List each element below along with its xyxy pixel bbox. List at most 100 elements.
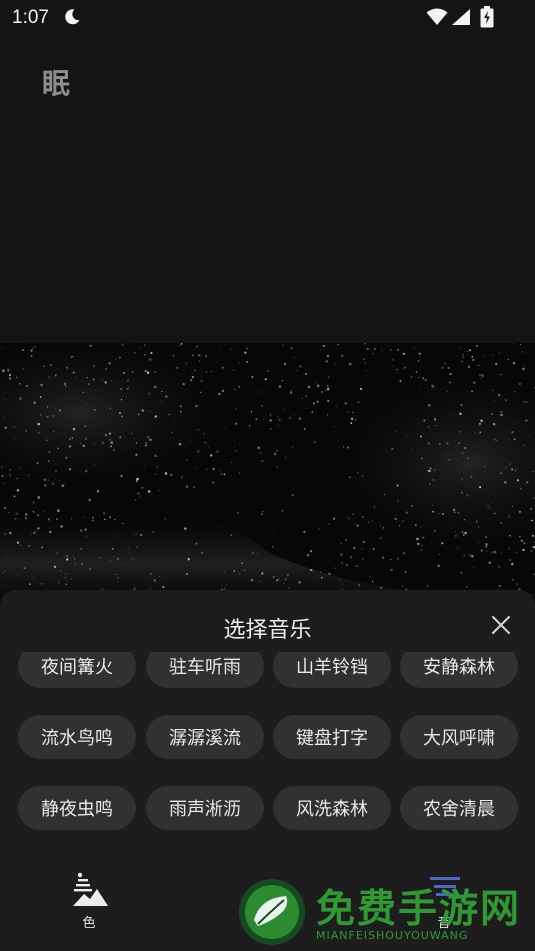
particle-dot [134, 559, 135, 561]
particle-dot [156, 466, 158, 468]
particle-dot [317, 384, 320, 387]
particle-dot [54, 374, 57, 377]
particle-dot [281, 573, 283, 575]
particle-dot [200, 391, 202, 393]
particle-dot [246, 361, 248, 363]
particle-dot [145, 442, 148, 445]
particle-dot [373, 506, 376, 508]
particle-dot [396, 368, 398, 371]
music-option[interactable]: 键盘打字 [273, 715, 391, 759]
particle-dot [30, 355, 33, 357]
particle-dot [40, 396, 42, 398]
particle-dot [233, 570, 236, 572]
particle-dot [461, 478, 463, 480]
particle-dot [344, 402, 347, 405]
particle-dot [355, 565, 358, 567]
particle-dot [205, 355, 208, 358]
particle-dot [365, 370, 367, 372]
particle-dot [83, 516, 84, 518]
particle-dot [140, 533, 143, 536]
particle-dot [323, 345, 325, 347]
particle-dot [505, 399, 507, 401]
particle-dot [281, 510, 283, 512]
particle-dot [447, 366, 450, 369]
particle-dot [122, 470, 123, 471]
particle-dot [519, 536, 521, 538]
particle-dot [464, 486, 465, 488]
particle-dot [31, 347, 34, 350]
particle-dot [150, 410, 151, 412]
particle-dot [417, 376, 420, 379]
particle-dot [135, 454, 138, 456]
music-option[interactable]: 山羊铃铛 [273, 652, 391, 688]
particle-dot [526, 481, 529, 484]
particle-dot [109, 438, 111, 441]
tab-color[interactable]: 色 [49, 866, 129, 946]
particle-dot [195, 542, 198, 545]
particle-dot [212, 468, 215, 470]
music-option[interactable]: 流水鸟鸣 [18, 715, 136, 759]
particle-dot [176, 366, 179, 369]
particle-dot [1, 475, 4, 477]
particle-dot [446, 455, 448, 457]
particle-dot [113, 518, 116, 521]
particle-dot [22, 349, 25, 351]
music-option[interactable]: 安静森林 [400, 652, 518, 688]
particle-dot [305, 373, 307, 375]
particle-dot [80, 563, 83, 566]
particle-dot [514, 391, 516, 392]
particle-dot [109, 516, 111, 519]
music-option[interactable]: 农舍清晨 [400, 786, 518, 830]
particle-dot [220, 346, 221, 348]
particle-dot [316, 400, 319, 403]
particle-dot [74, 558, 75, 560]
particle-dot [224, 428, 226, 430]
particle-dot [327, 388, 330, 391]
particle-dot [196, 345, 198, 348]
particle-dot [476, 345, 478, 347]
music-option[interactable]: 静夜虫鸣 [18, 786, 136, 830]
particle-dot [252, 552, 254, 554]
particle-dot [372, 548, 375, 550]
particle-dot [402, 520, 404, 522]
music-option[interactable]: 大风呼啸 [400, 715, 518, 759]
music-option[interactable]: 风洗森林 [273, 786, 391, 830]
particle-dot [318, 579, 320, 580]
music-option[interactable]: 雨声淅沥 [146, 786, 264, 830]
particle-dot [509, 559, 511, 561]
particle-dot [32, 510, 35, 513]
particle-dot [48, 577, 50, 579]
particle-dot [159, 490, 160, 491]
particle-dot [495, 363, 497, 365]
particle-dot [498, 352, 501, 355]
particle-dot [80, 547, 83, 550]
particle-dot [507, 358, 510, 361]
music-option[interactable]: 驻车听雨 [146, 652, 264, 688]
app-title: 眠 [42, 67, 71, 100]
particle-dot [463, 518, 466, 521]
particle-dot [127, 369, 129, 371]
particle-dot [493, 400, 495, 402]
particle-dot [88, 499, 91, 502]
music-option[interactable]: 潺潺溪流 [146, 715, 264, 759]
particle-dot [203, 433, 205, 435]
particle-dot [461, 531, 464, 533]
particle-dot [105, 433, 108, 436]
particle-dot [64, 577, 66, 579]
landscape-icon [73, 872, 108, 906]
particle-field [0, 343, 535, 603]
music-option[interactable]: 夜间篝火 [18, 652, 136, 688]
particle-dot [283, 408, 285, 410]
particle-dot [243, 569, 246, 572]
particle-dot [19, 397, 22, 400]
particle-dot [417, 360, 420, 362]
status-time: 1:07 [12, 7, 49, 28]
particle-dot [251, 376, 253, 378]
particle-dot [37, 423, 40, 426]
particle-dot [455, 531, 456, 533]
particle-dot [486, 550, 488, 552]
particle-dot [444, 362, 446, 365]
particle-dot [197, 450, 200, 453]
particle-dot [24, 567, 26, 569]
close-icon[interactable] [489, 613, 513, 637]
